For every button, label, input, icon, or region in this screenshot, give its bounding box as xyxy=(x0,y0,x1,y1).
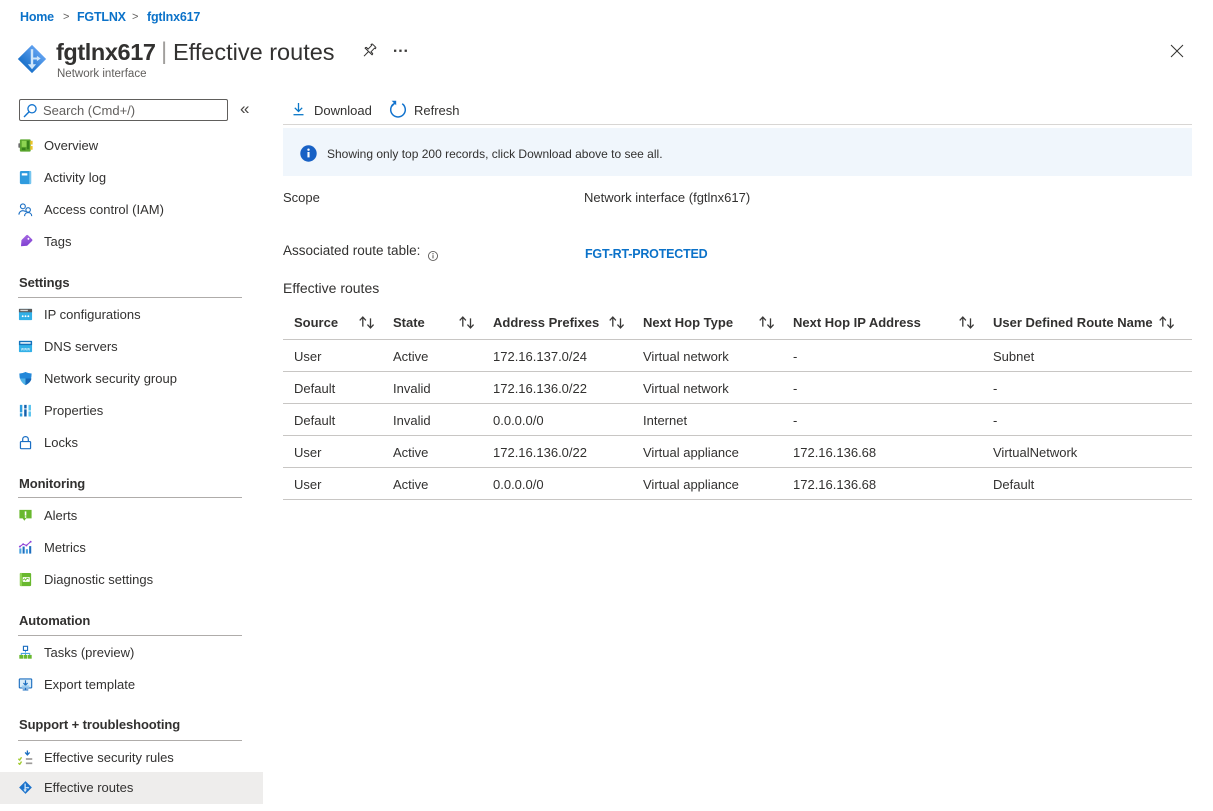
svg-text:www: www xyxy=(21,347,31,352)
